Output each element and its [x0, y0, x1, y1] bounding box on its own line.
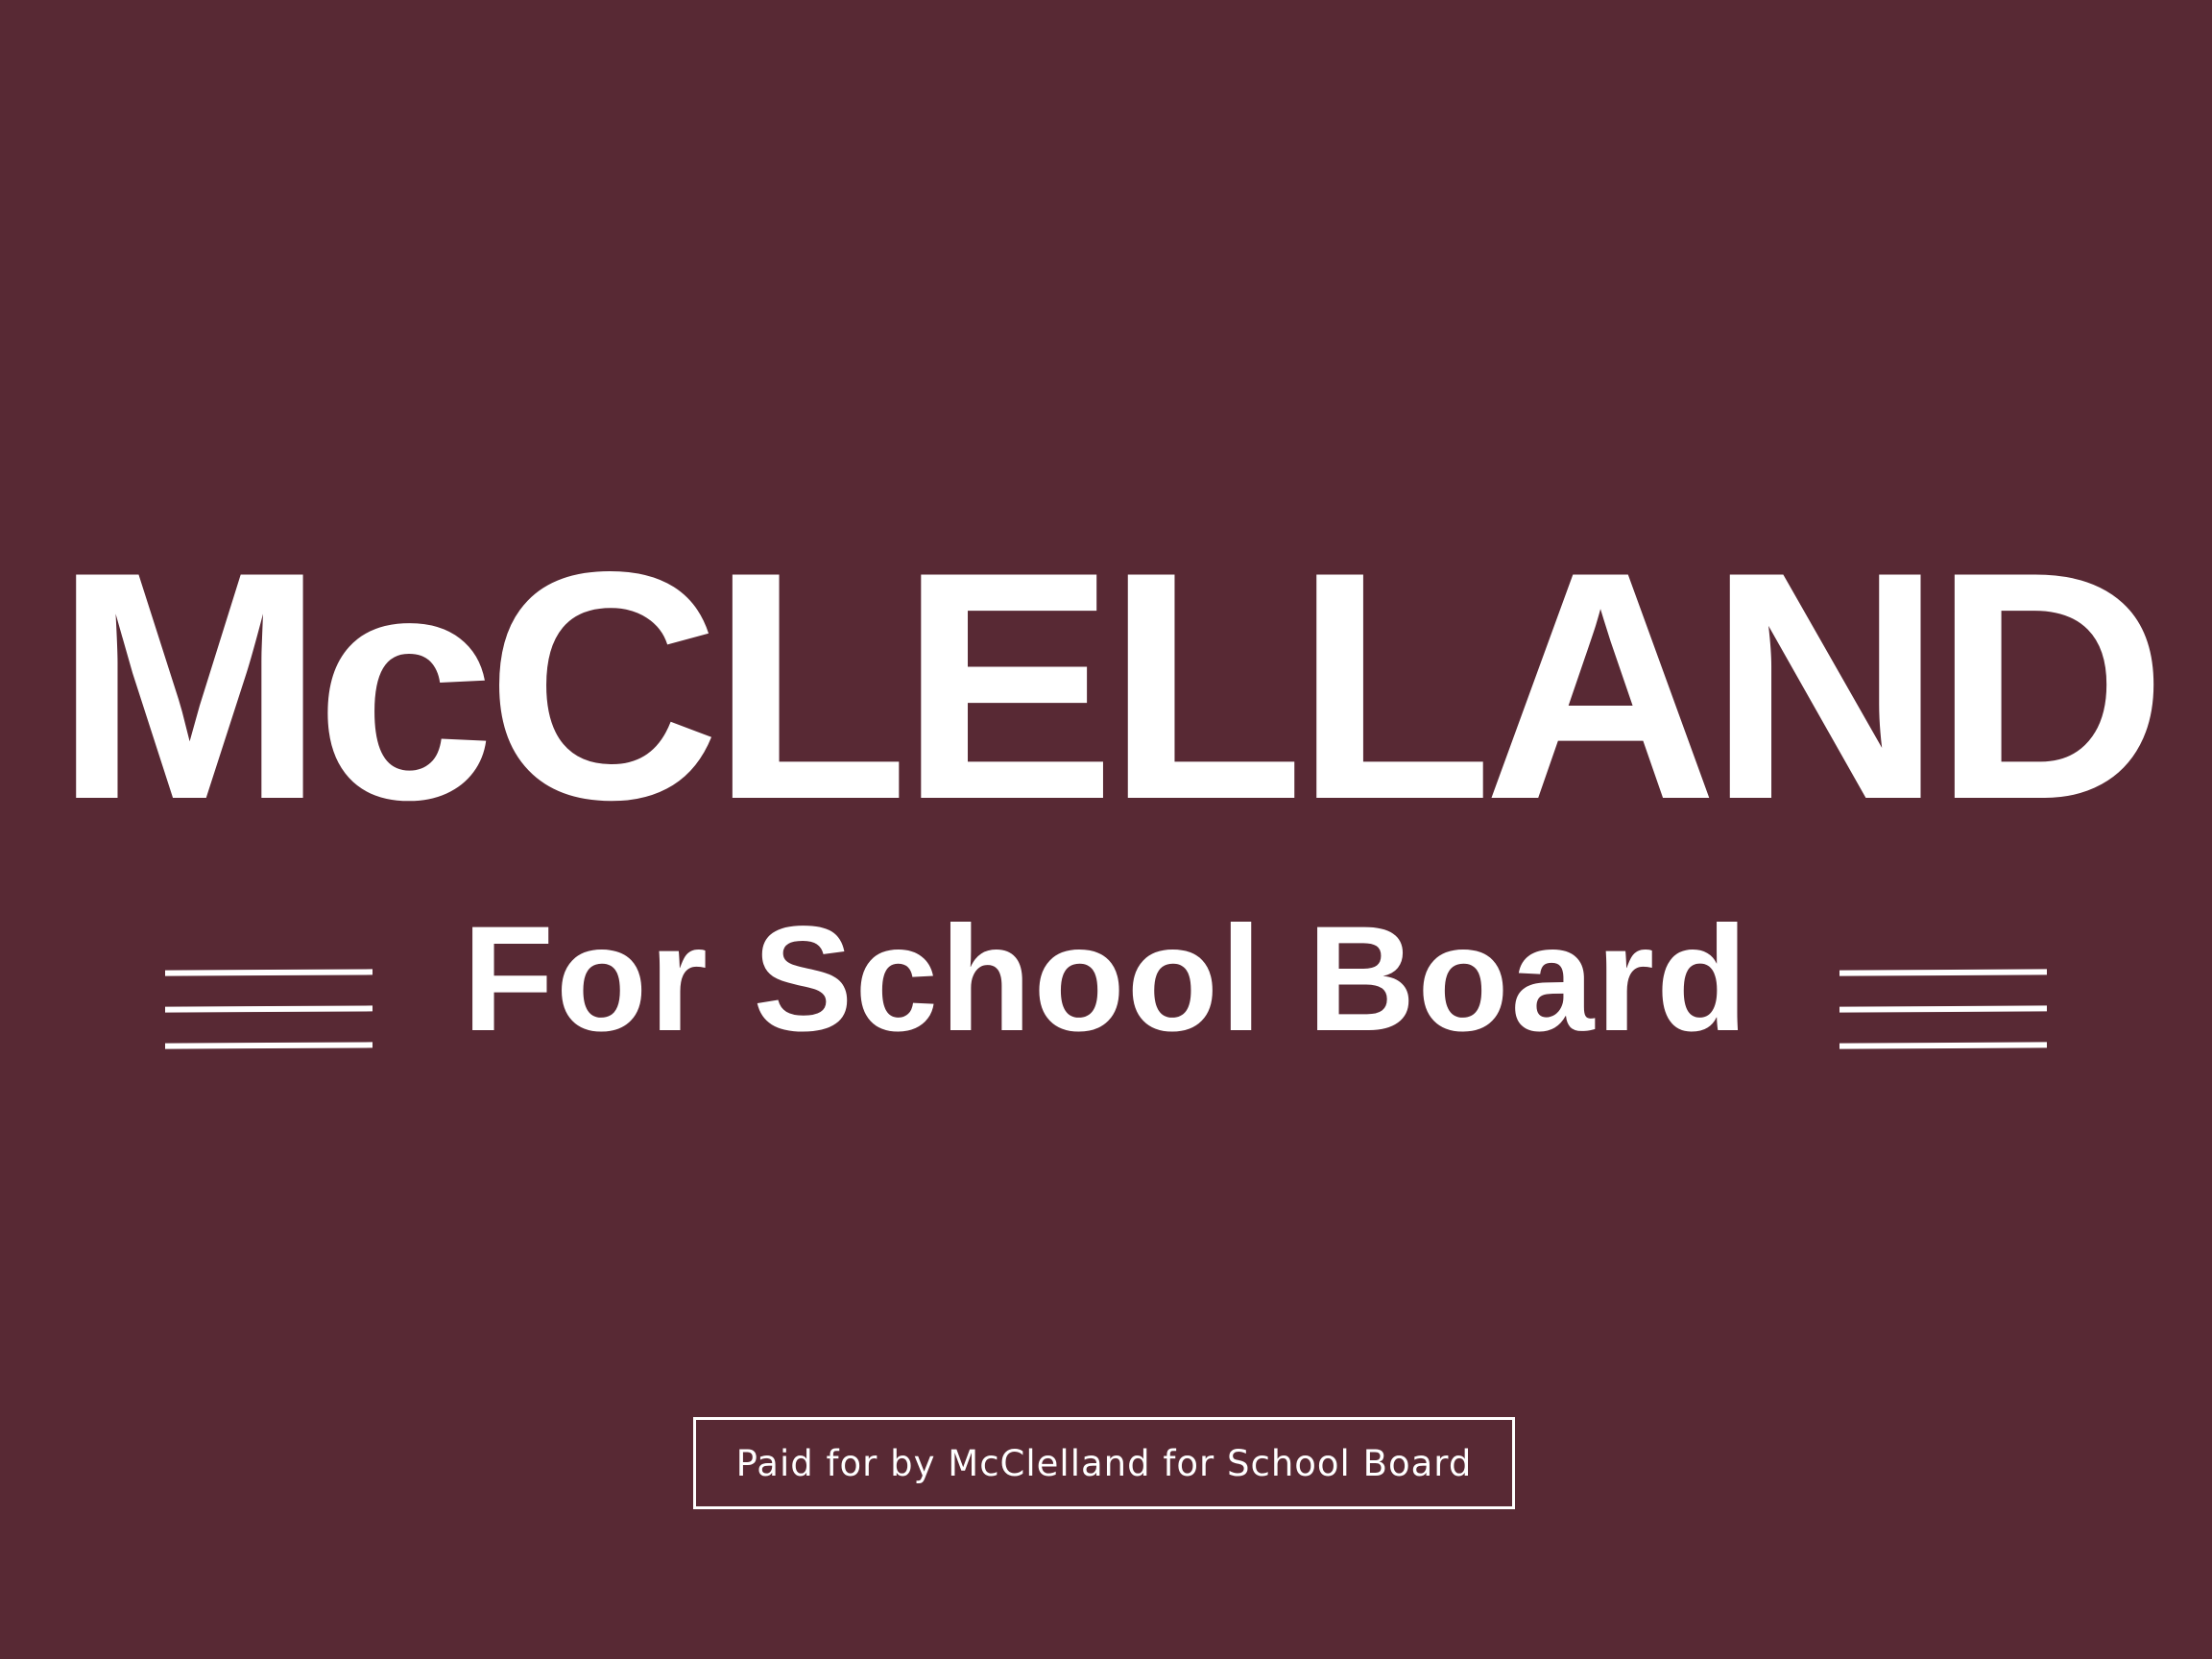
paid-for-disclaimer: Paid for by McClelland for School Board [693, 1417, 1515, 1509]
decorative-line [164, 1005, 373, 1013]
campaign-sign: McCLELLAND For School Board Paid for by … [0, 0, 2212, 1659]
right-decorative-lines [1839, 933, 2048, 1049]
decorative-line [1839, 969, 2048, 976]
left-decorative-lines [164, 933, 373, 1049]
subtitle-row: For School Board [164, 896, 2048, 1063]
candidate-name: McCLELLAND [54, 504, 2168, 867]
decorative-line [164, 969, 373, 976]
decorative-line [1839, 1005, 2048, 1013]
decorative-line [164, 1042, 373, 1049]
subtitle: For School Board [462, 896, 1750, 1063]
decorative-line [1839, 1042, 2048, 1049]
